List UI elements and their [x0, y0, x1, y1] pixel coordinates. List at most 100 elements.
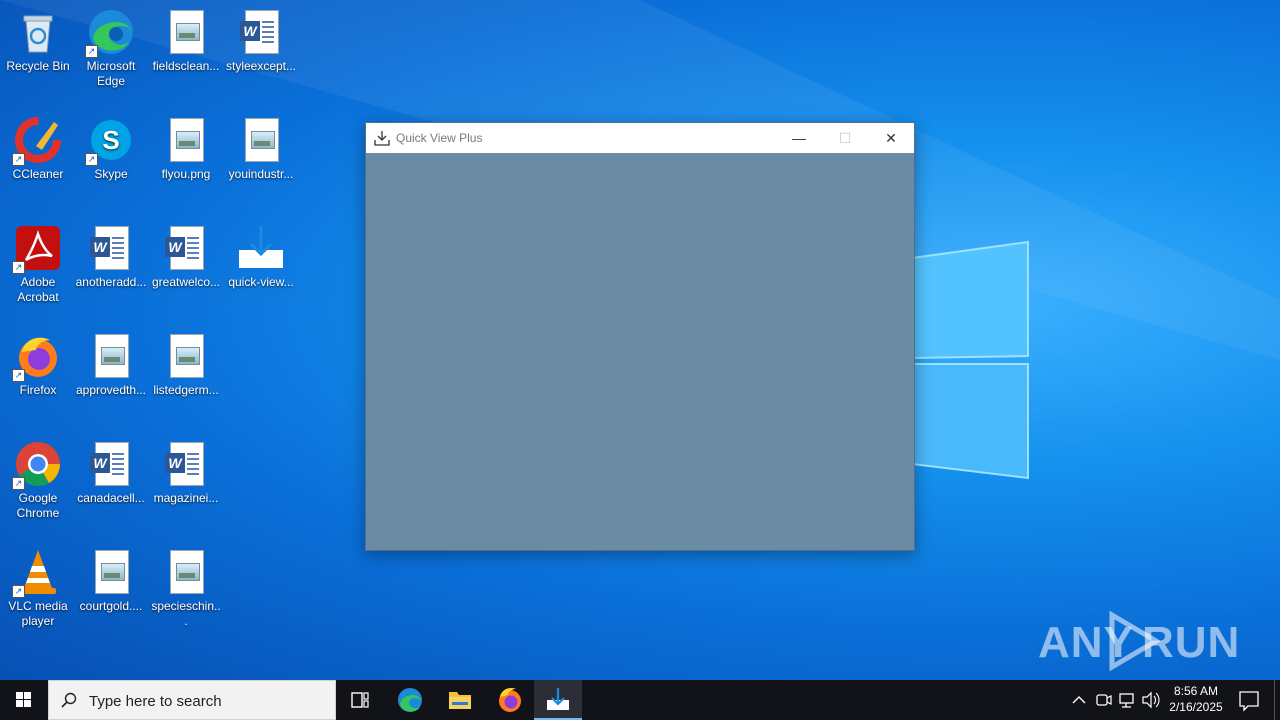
svg-text:RUN: RUN	[1142, 618, 1238, 667]
window-titlebar[interactable]: Quick View Plus — ☐ ✕	[366, 123, 914, 153]
show-hidden-icons-button[interactable]	[1068, 680, 1090, 720]
desktop-icon-word-doc[interactable]: W magazinei...	[148, 434, 224, 506]
desktop-icon-image-file[interactable]: flyou.png	[148, 110, 224, 182]
desktop-icon-ccleaner[interactable]: ↗ CCleaner	[0, 110, 76, 182]
taskbar-file-explorer[interactable]	[436, 680, 484, 720]
desktop-icon-label: flyou.png	[161, 167, 211, 181]
image-file-icon	[87, 548, 135, 596]
shortcut-arrow-icon: ↗	[85, 153, 98, 166]
edge-icon: ↗	[85, 8, 135, 58]
desktop-icon-label: approvedth...	[75, 383, 147, 397]
minimize-button[interactable]: —	[776, 123, 822, 153]
desktop-icon-adobe-acrobat[interactable]: ↗ Adobe Acrobat	[0, 218, 76, 305]
desktop-icon-label: greatwelco...	[151, 275, 221, 289]
desktop-icon-microsoft-edge[interactable]: ↗ Microsoft Edge	[73, 2, 149, 89]
tray-volume[interactable]	[1140, 680, 1162, 720]
start-button[interactable]	[0, 680, 48, 720]
desktop-icon-label: anotheradd...	[75, 275, 147, 289]
desktop-icon-label: CCleaner	[12, 167, 64, 181]
task-view-icon	[351, 692, 369, 708]
firefox-icon	[499, 687, 521, 712]
desktop-icon-label: Adobe Acrobat	[17, 275, 59, 304]
speaker-icon	[1142, 691, 1160, 709]
desktop-icon-image-file[interactable]: listedgerm...	[148, 326, 224, 398]
desktop-icon-image-file[interactable]: youindustr...	[223, 110, 299, 182]
clock-time: 8:56 AM	[1173, 684, 1219, 698]
ccleaner-icon: ↗	[12, 116, 62, 166]
maximize-button[interactable]: ☐	[822, 123, 868, 153]
desktop-icon-vlc[interactable]: ↗ VLC media player	[0, 542, 76, 629]
desktop-icon-label: Skype	[94, 167, 128, 181]
shortcut-arrow-icon: ↗	[12, 261, 25, 274]
desktop-icon-word-doc[interactable]: W anotheradd...	[73, 218, 149, 290]
desktop-icon-label: fieldsclean...	[152, 59, 220, 73]
desktop-icon-label: specieschin...	[151, 599, 221, 628]
desktop-icon-label: listedgerm...	[153, 383, 219, 397]
download-tray-icon	[547, 688, 569, 710]
vlc-cone-icon: ↗	[12, 548, 62, 598]
search-icon	[61, 692, 77, 708]
search-placeholder: Type here to search	[89, 693, 222, 710]
word-document-icon: W	[237, 8, 285, 56]
show-desktop-button[interactable]	[1274, 680, 1280, 720]
folder-icon	[449, 692, 471, 709]
shortcut-arrow-icon: ↗	[12, 585, 25, 598]
svg-text:S: S	[102, 125, 119, 155]
firefox-icon: ↗	[12, 332, 62, 382]
desktop-icon-word-doc[interactable]: W greatwelco...	[148, 218, 224, 290]
desktop-icon-label: canadacell...	[77, 491, 145, 505]
desktop-icon-image-file[interactable]: fieldsclean...	[148, 2, 224, 74]
word-document-icon: W	[87, 440, 135, 488]
desktop-icon-skype[interactable]: S ↗ Skype	[73, 110, 149, 182]
image-file-icon	[162, 8, 210, 56]
word-document-icon: W	[87, 224, 135, 272]
image-file-icon	[162, 548, 210, 596]
desktop-icon-label: quick-view...	[228, 275, 294, 289]
anyrun-watermark: ANY RUN	[1038, 607, 1239, 672]
taskbar-search-box[interactable]: Type here to search	[48, 680, 336, 720]
quick-view-plus-window[interactable]: Quick View Plus — ☐ ✕	[365, 122, 915, 551]
desktop-icon-recycle-bin[interactable]: Recycle Bin	[0, 2, 76, 74]
adobe-acrobat-icon: ↗	[12, 224, 62, 274]
image-file-icon	[162, 332, 210, 380]
recycle-bin-icon	[14, 8, 62, 56]
clock-date: 2/16/2025	[1169, 700, 1223, 714]
svg-text:ANY: ANY	[1038, 618, 1134, 667]
shortcut-arrow-icon: ↗	[12, 477, 25, 490]
word-document-icon: W	[162, 440, 210, 488]
download-tray-icon	[237, 224, 285, 272]
shortcut-arrow-icon: ↗	[12, 369, 25, 382]
desktop-icon-label: Recycle Bin	[6, 59, 70, 73]
desktop-icon-word-doc[interactable]: W styleexcept...	[223, 2, 299, 74]
desktop-icon-label: youindustr...	[228, 167, 294, 181]
shortcut-arrow-icon: ↗	[12, 153, 25, 166]
desktop-icon-label: Microsoft Edge	[86, 59, 136, 88]
word-document-icon: W	[162, 224, 210, 272]
taskbar-quick-view-plus[interactable]	[534, 680, 582, 720]
image-file-icon	[237, 116, 285, 164]
tray-network[interactable]	[1116, 680, 1138, 720]
taskbar-edge[interactable]	[386, 680, 434, 720]
desktop-icon-word-doc[interactable]: W canadacell...	[73, 434, 149, 506]
taskbar-clock[interactable]: 8:56 AM 2/16/2025	[1163, 683, 1229, 715]
desktop-icon-label: VLC media player	[8, 599, 68, 628]
desktop-icon-quick-view-installer[interactable]: quick-view...	[223, 218, 299, 290]
desktop-icon-label: courtgold....	[79, 599, 143, 613]
close-button[interactable]: ✕	[868, 123, 914, 153]
taskbar-firefox[interactable]	[486, 680, 534, 720]
task-view-button[interactable]	[336, 680, 384, 720]
desktop-icon-label: Google Chrome	[16, 491, 60, 520]
desktop-icon-image-file[interactable]: specieschin...	[148, 542, 224, 629]
action-center-button[interactable]	[1232, 680, 1266, 720]
windows-start-icon	[16, 692, 31, 707]
desktop-icon-google-chrome[interactable]: ↗ Google Chrome	[0, 434, 76, 521]
desktop-icon-image-file[interactable]: courtgold....	[73, 542, 149, 614]
taskbar: Type here to search 8:56 AM 2/16/2025	[0, 680, 1280, 720]
image-file-icon	[87, 332, 135, 380]
desktop-icon-label: Firefox	[19, 383, 57, 397]
anyrun-logo-icon: ANY RUN	[1038, 610, 1239, 672]
desktop-icon-image-file[interactable]: approvedth...	[73, 326, 149, 398]
desktop-icon-firefox[interactable]: ↗ Firefox	[0, 326, 76, 398]
notification-icon	[1239, 691, 1259, 712]
tray-meet-now[interactable]	[1092, 680, 1114, 720]
